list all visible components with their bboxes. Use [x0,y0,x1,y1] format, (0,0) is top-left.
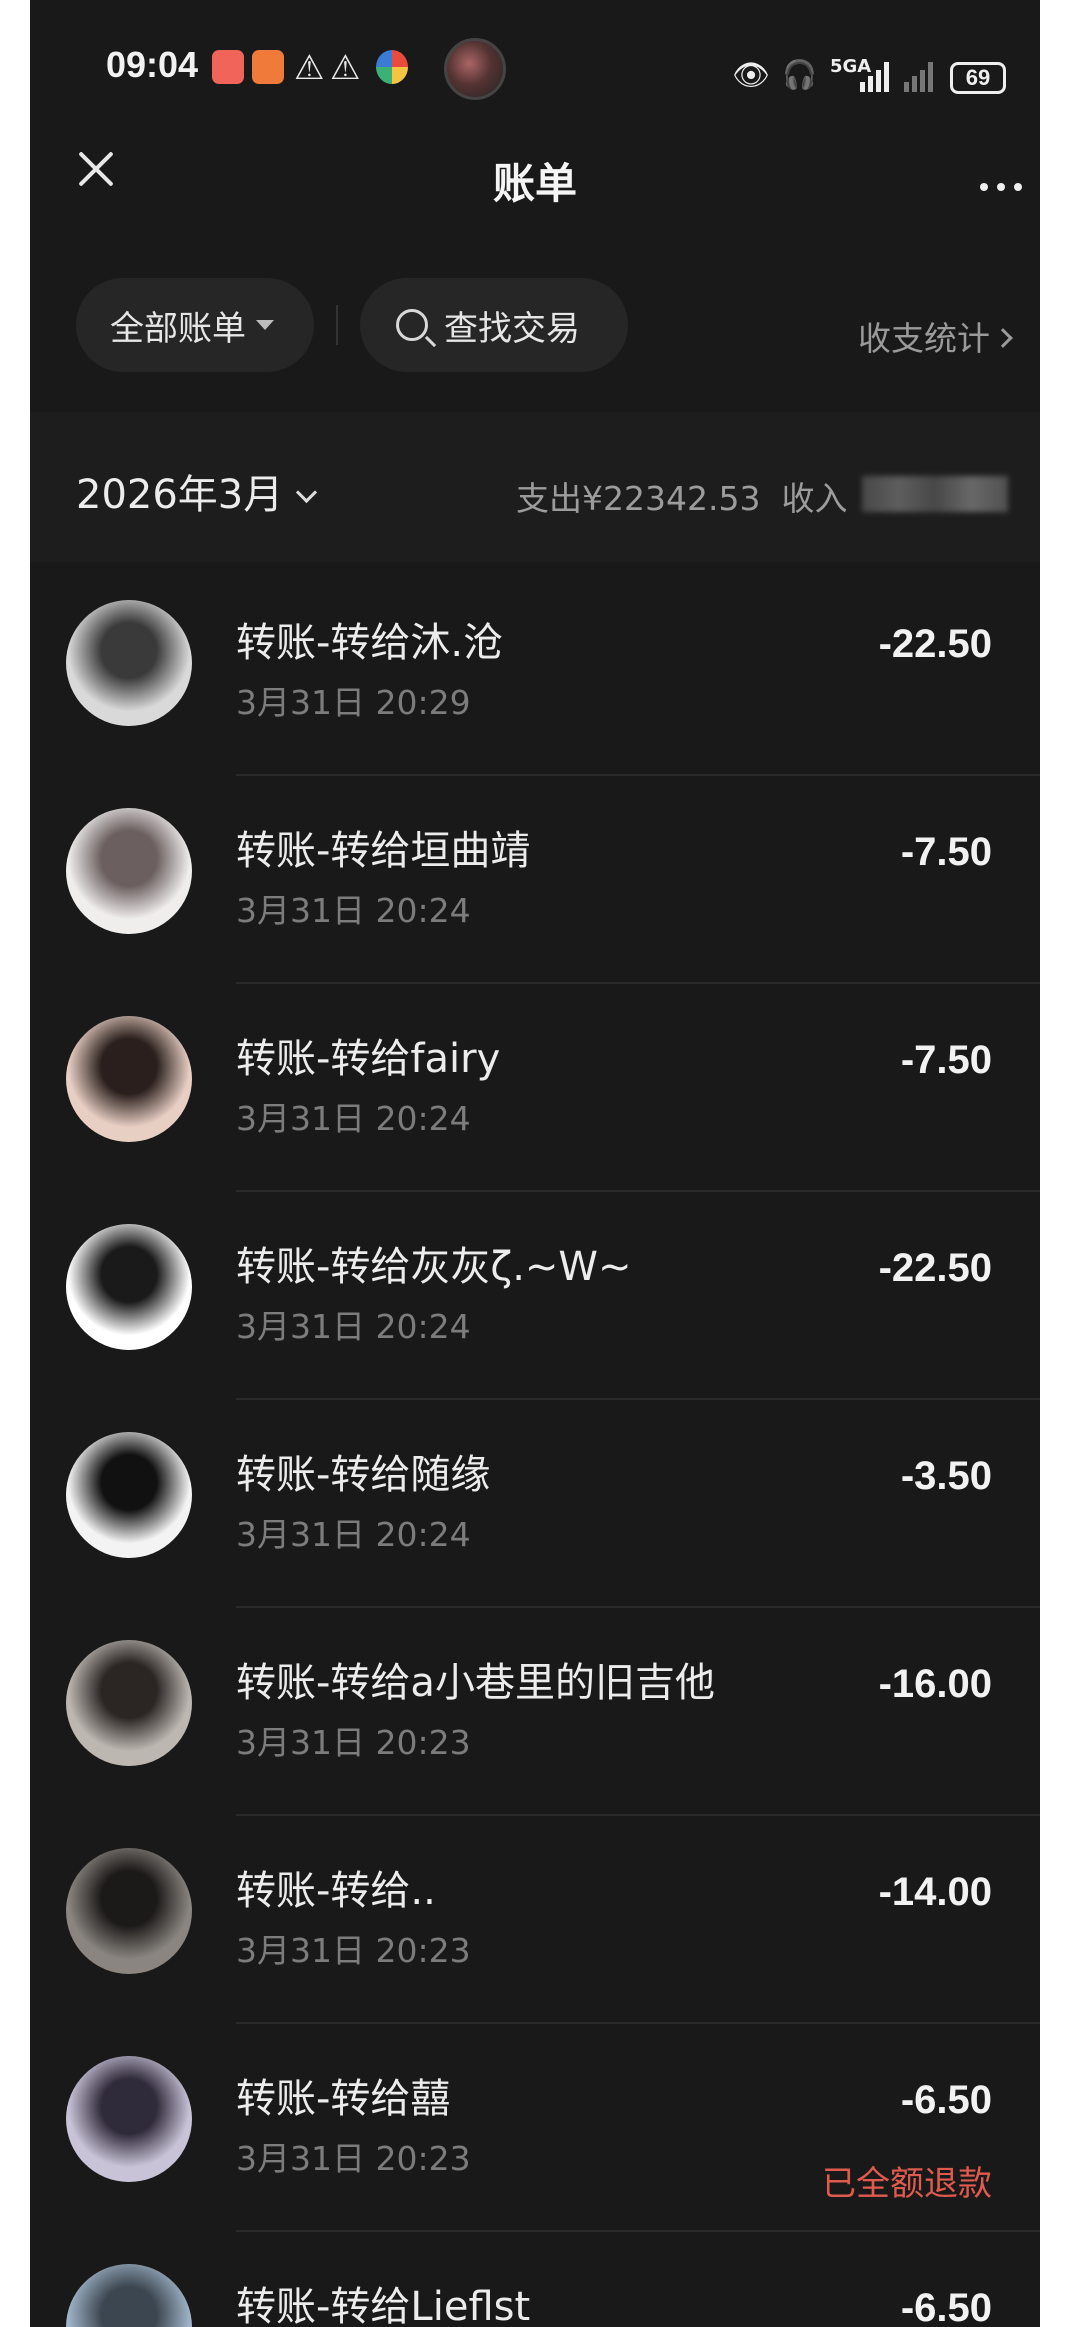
divider [336,305,338,345]
transaction-row[interactable]: 转账-转给fairy 3月31日 20:24 -7.50 [30,984,1040,1192]
transaction-amount: -22.50 [878,1246,992,1290]
transaction-title: 转账-转给.. [236,1868,436,1914]
transaction-time: 3月31日 20:29 [236,683,471,722]
caret-down-icon [256,320,274,330]
chevron-right-icon [993,327,1013,348]
battery-icon: 69 [950,62,1006,94]
colorful-app-icon [376,50,408,84]
status-bar: 09:04 ⚠ ⚠ 👁 🎧 5GA 69 [30,0,1040,130]
warning-icon: ⚠ [330,48,361,88]
transaction-time: 3月31日 20:24 [236,891,471,930]
warning-icon: ⚠ [294,48,325,88]
transaction-amount: -22.50 [878,622,992,666]
transaction-time: 3月31日 20:23 [236,1931,471,1970]
chevron-down-icon [296,481,318,504]
transaction-title: 转账-转给垣曲靖 [236,828,531,874]
transaction-amount: -14.00 [878,1870,992,1914]
refund-badge: 已全额退款 [822,2164,992,2204]
avatar [66,2056,192,2182]
all-bills-dropdown[interactable]: 全部账单 [76,278,314,372]
floating-avatar-icon[interactable] [444,38,506,100]
eye-icon: 👁 [732,58,771,93]
income-value-blurred [862,476,1008,512]
transaction-row[interactable]: 转账-转给.. 3月31日 20:23 -14.00 [30,1816,1040,2024]
transaction-row[interactable]: 转账-转给Lieflst3月31日 20:23-6.50 [30,2232,1040,2327]
transaction-amount: -7.50 [900,1038,992,1082]
avatar [66,1224,192,1350]
transaction-list: 转账-转给沐.沧 3月31日 20:29 -22.50 转账-转给垣曲靖 3月31日 2… [30,568,1040,2327]
transaction-title: 转账-转给Lieflst [236,2284,531,2327]
transaction-amount: -6.50 [900,2286,992,2327]
avatar [66,600,192,726]
month-summary-bar: 2026年3月 支出¥22342.53 收入 [30,412,1040,562]
more-options-icon[interactable] [980,183,1040,197]
transaction-time: 3月31日 20:23 [236,1723,471,1762]
transaction-row[interactable]: 转账-转给灰灰ζ.~W~ 3月31日 20:24 -22.50 [30,1192,1040,1400]
transaction-row[interactable]: 转账-转给随缘 3月31日 20:24 -3.50 [30,1400,1040,1608]
transaction-row[interactable]: 转账-转给垣曲靖 3月31日 20:24 -7.50 [30,776,1040,984]
stats-label: 收支统计 [858,319,990,358]
transaction-amount: -16.00 [878,1662,992,1706]
income-expense-stats-link[interactable]: 收支统计 [858,312,1013,360]
avatar [66,1432,192,1558]
avatar [66,1640,192,1766]
transaction-amount: -6.50 [900,2078,992,2122]
status-time: 09:04 [106,44,199,85]
transaction-time: 3月31日 20:23 [236,2139,471,2178]
transaction-time: 3月31日 20:24 [236,1515,471,1554]
search-label: 查找交易 [444,308,580,349]
month-label: 2026年3月 [76,472,284,518]
transaction-title: 转账-转给沐.沧 [236,620,504,666]
all-bills-label: 全部账单 [110,308,246,349]
transaction-row[interactable]: 转账-转给a小巷里的旧吉他 3月31日 20:23 -16.00 [30,1608,1040,1816]
transaction-row[interactable]: 转账-转给沐.沧 3月31日 20:29 -22.50 [30,568,1040,776]
transaction-title: 转账-转给a小巷里的旧吉他 [236,1660,715,1706]
search-icon [396,309,428,341]
avatar [66,2264,192,2327]
screen: 09:04 ⚠ ⚠ 👁 🎧 5GA 69 账单 全部账单 查找交易 收支统计 2… [30,0,1040,2327]
transaction-title: 转账-转给fairy [236,1036,501,1082]
income-label: 收入 [781,479,848,518]
signal-secondary-icon [904,62,933,92]
headphones-icon: 🎧 [782,58,817,91]
transaction-amount: -3.50 [900,1454,992,1498]
avatar [66,1016,192,1142]
month-selector[interactable]: 2026年3月 [76,462,318,520]
transaction-time: 3月31日 20:24 [236,1307,471,1346]
transaction-title: 转账-转给囍 [236,2076,451,2122]
transaction-title: 转账-转给灰灰ζ.~W~ [236,1244,632,1290]
search-transactions-button[interactable]: 查找交易 [360,278,628,372]
avatar [66,1848,192,1974]
transaction-row[interactable]: 转账-转给囍 3月31日 20:23 -6.50 已全额退款 [30,2024,1040,2232]
transaction-time: 3月31日 20:24 [236,1099,471,1138]
app-notification-icon [212,50,244,84]
shopping-app-icon [252,50,284,84]
signal-strength-icon [860,62,889,92]
month-summary: 支出¥22342.53 收入 [516,472,847,520]
expense-total: 支出¥22342.53 [516,479,761,518]
page-title: 账单 [492,159,577,208]
transaction-amount: -7.50 [900,830,992,874]
transaction-title: 转账-转给随缘 [236,1452,491,1498]
avatar [66,808,192,934]
